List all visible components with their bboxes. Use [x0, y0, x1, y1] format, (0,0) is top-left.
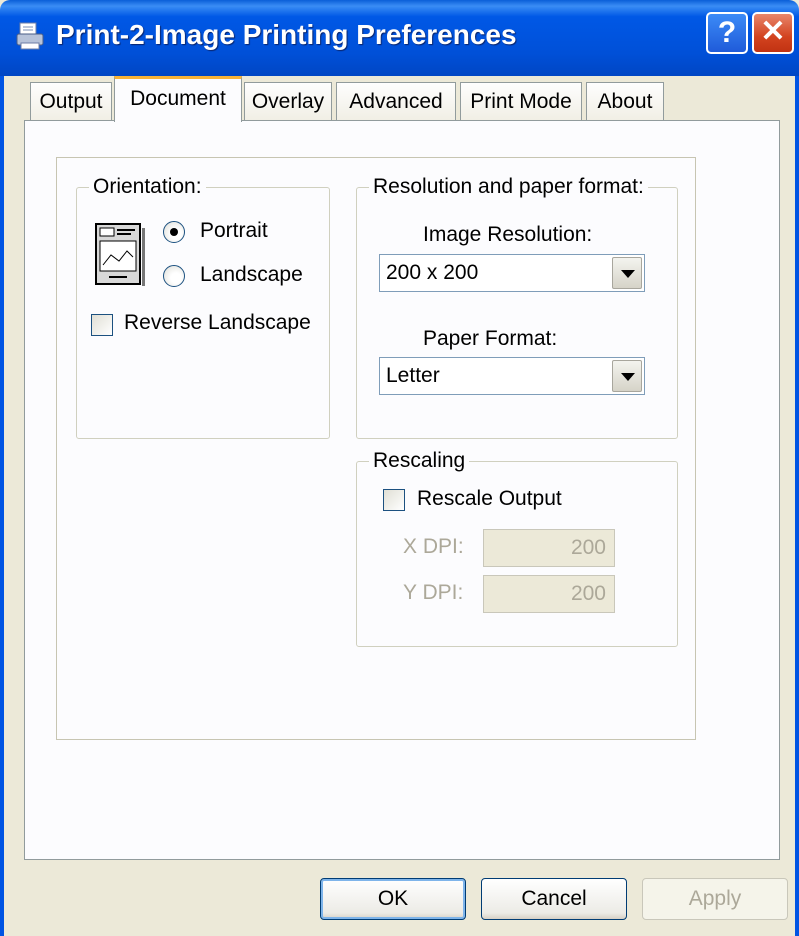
paper-format-select[interactable]: Letter [379, 357, 645, 395]
tab-about[interactable]: About [586, 82, 664, 120]
tab-overlay[interactable]: Overlay [244, 82, 332, 120]
landscape-radio[interactable] [163, 265, 185, 287]
close-icon: ✕ [760, 15, 786, 48]
apply-button[interactable]: Apply [642, 878, 788, 920]
x-dpi-label: X DPI: [403, 535, 464, 558]
window-border-left [0, 76, 4, 936]
chevron-down-icon[interactable] [612, 360, 642, 392]
image-resolution-select[interactable]: 200 x 200 [379, 254, 645, 292]
landscape-label: Landscape [200, 263, 303, 286]
ok-button[interactable]: OK [320, 878, 466, 920]
window-title: Print-2-Image Printing Preferences [56, 19, 517, 50]
paper-format-label: Paper Format: [423, 327, 558, 350]
tab-document[interactable]: Document [114, 76, 242, 122]
portrait-page-icon [95, 223, 145, 286]
y-dpi-input[interactable]: 200 [483, 575, 615, 613]
tab-print-mode[interactable]: Print Mode [460, 82, 582, 120]
resolution-legend: Resolution and paper format: [369, 175, 648, 199]
image-resolution-label: Image Resolution: [423, 223, 593, 246]
window-border-right [795, 76, 799, 936]
help-icon: ? [717, 16, 737, 49]
portrait-label: Portrait [200, 219, 268, 242]
tab-advanced[interactable]: Advanced [336, 82, 456, 120]
printer-app-icon [16, 22, 44, 50]
orientation-legend: Orientation: [89, 175, 206, 199]
close-button[interactable]: ✕ [752, 12, 794, 54]
rescaling-legend: Rescaling [369, 449, 470, 473]
document-tab-panel: Orientation: Portrait Landscape Reverse … [24, 120, 780, 860]
chevron-down-icon[interactable] [612, 257, 642, 289]
cancel-button[interactable]: Cancel [481, 878, 627, 920]
portrait-radio[interactable] [163, 221, 185, 243]
y-dpi-label: Y DPI: [403, 581, 464, 604]
reverse-landscape-checkbox[interactable] [91, 314, 113, 336]
rescale-output-label: Rescale Output [417, 487, 562, 510]
help-button[interactable]: ? [706, 12, 748, 54]
rescale-output-checkbox[interactable] [383, 489, 405, 511]
tab-output[interactable]: Output [30, 82, 112, 120]
paper-format-value: Letter [386, 364, 440, 387]
reverse-landscape-label: Reverse Landscape [124, 311, 311, 334]
image-resolution-value: 200 x 200 [386, 261, 479, 284]
x-dpi-input[interactable]: 200 [483, 529, 615, 567]
